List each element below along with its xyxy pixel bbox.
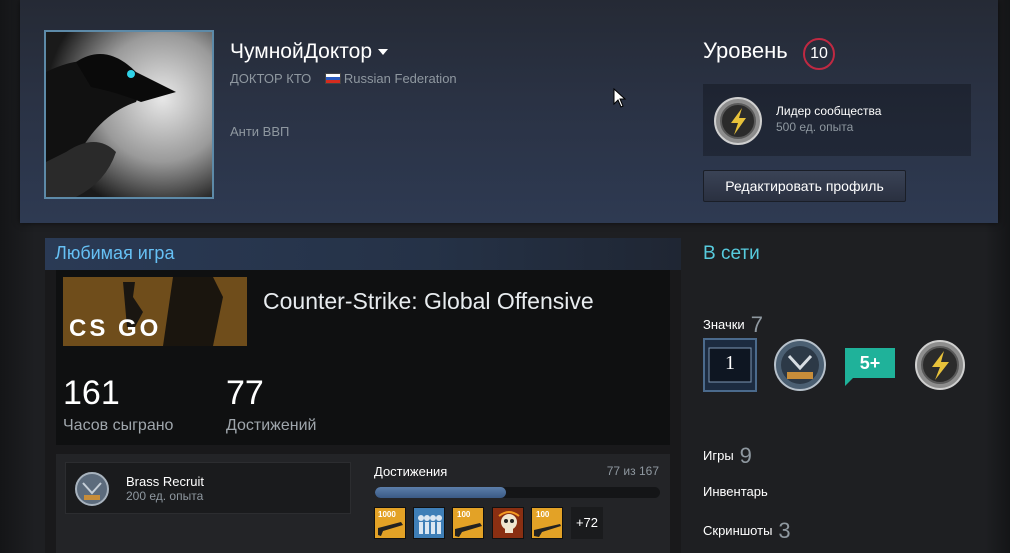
favorite-badge-name: Лидер сообщества [776,104,882,118]
profile-summary: Анти ВВП [230,124,290,139]
achievements-progress-count: 77 из 167 [606,464,659,478]
lightning-badge-icon [714,97,762,145]
game-title[interactable]: Counter-Strike: Global Offensive [263,288,594,315]
badges-count: 7 [750,312,763,337]
avatar-image [46,32,212,197]
screenshots-count: 3 [778,518,791,543]
real-name: ДОКТОР КТО [230,71,312,86]
brass-recruit-icon [75,472,109,506]
screenshots-link[interactable]: Скриншоты 3 [703,518,791,544]
badges-link[interactable]: Значки 7 [703,312,763,338]
chevron-down-icon[interactable] [378,49,389,56]
edit-profile-button[interactable]: Редактировать профиль [703,170,906,202]
achievements-label: Достижений [226,417,317,434]
games-count: 9 [739,443,752,468]
achievement-icon-squad[interactable] [413,507,445,539]
achievement-icon-skull[interactable] [492,507,524,539]
achievements-progress-title: Достижения [374,464,448,479]
level-badge[interactable]: 10 [803,38,835,70]
country: Russian Federation [343,71,457,86]
achievements-progress-fill [375,487,507,498]
games-link[interactable]: Игры 9 [703,443,752,469]
inventory-link[interactable]: Инвентарь [703,484,768,499]
capsule-logo: CS GO [69,315,162,342]
badge-five-plus[interactable]: 5+ [843,338,897,392]
level-label: Уровень [703,38,788,63]
more-achievements[interactable]: +72 [571,507,603,539]
online-status: В сети [703,243,760,264]
achievement-icon-label: 1000 [378,510,396,519]
rank-xp: 200 ед. опыта [126,489,204,503]
achievement-icon-rifle-100[interactable]: 100 [452,507,484,539]
screenshots-label: Скриншоты [703,523,773,538]
badges-label: Значки [703,317,745,332]
mouse-cursor-icon [613,88,627,108]
games-label: Игры [703,448,734,463]
badge-five-text: 5+ [859,353,881,373]
achievement-icon-label: 100 [536,510,550,519]
avatar[interactable] [44,30,214,199]
hours-played-label: Часов сыграно [63,417,174,434]
badge-one-text: 1 [725,352,735,374]
badge-years-of-service[interactable]: 1 [703,338,757,392]
favorite-game-title: Любимая игра [55,243,175,263]
persona-name-text: ЧумнойДоктор [230,40,373,63]
badge-community-leader[interactable] [913,338,967,392]
inventory-label: Инвентарь [703,484,768,499]
badge-csgo-rank[interactable] [773,338,827,392]
real-name-line: ДОКТОР КТО Russian Federation [230,71,457,86]
persona-name[interactable]: ЧумнойДоктор [230,40,389,64]
achievements-progress-bar [375,487,660,498]
achievements-value: 77 [226,374,264,412]
favorite-badge-xp: 500 ед. опыта [776,120,854,134]
hours-played-value: 161 [63,374,120,412]
achievement-icon-rifle-1000[interactable]: 1000 [374,507,406,539]
russia-flag-icon [324,73,341,84]
achievement-icon-sniper-100[interactable]: 100 [531,507,563,539]
achievement-icon-label: 100 [457,510,471,519]
rank-name: Brass Recruit [126,474,205,489]
game-capsule[interactable]: CS GO [63,277,247,346]
